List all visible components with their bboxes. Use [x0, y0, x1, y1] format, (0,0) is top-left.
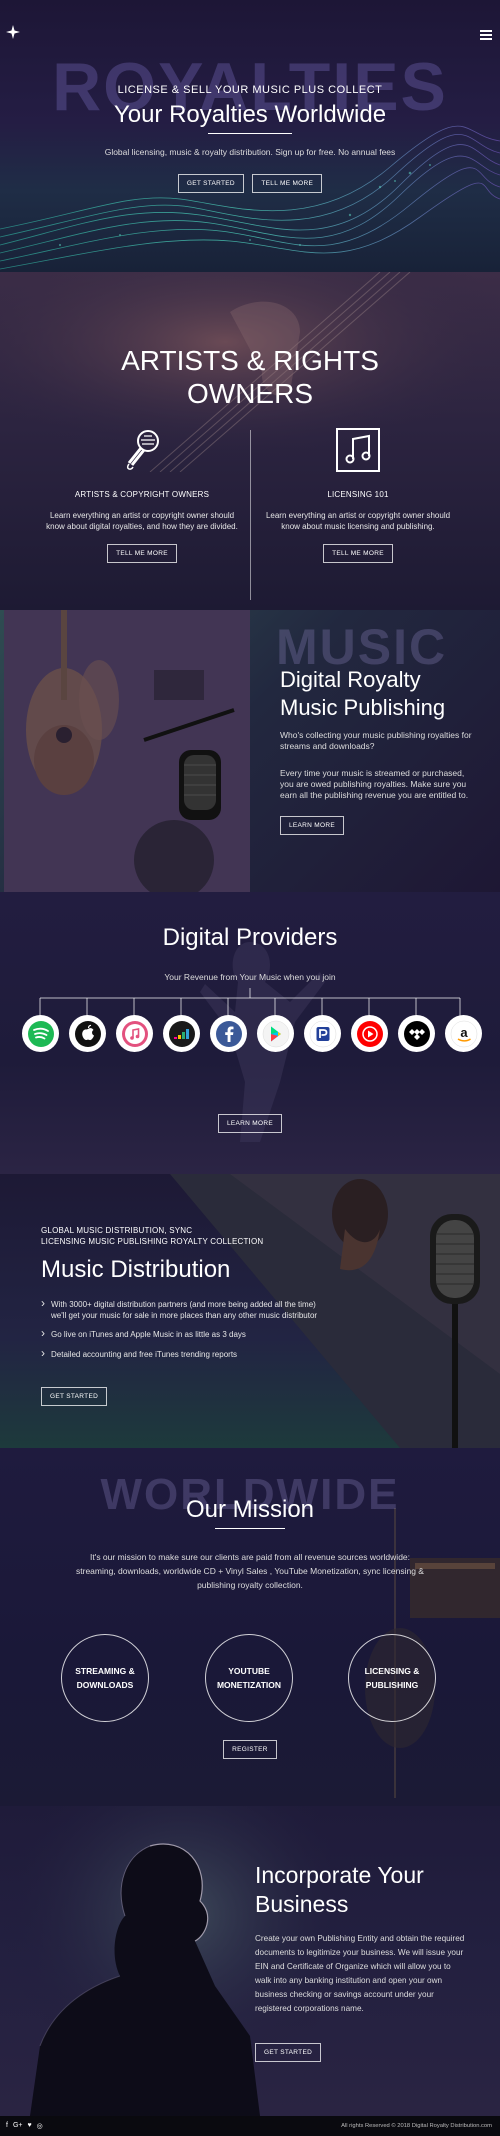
list-item: Go live on iTunes and Apple Music in as … [41, 1328, 321, 1341]
column-divider [250, 430, 251, 600]
artists-column: ARTISTS & COPYRIGHT OWNERS Learn everyth… [42, 427, 242, 563]
get-started-button[interactable]: GET STARTED [177, 174, 244, 193]
providers-button-wrap: LEARN MORE [0, 1112, 500, 1133]
star-logo-icon[interactable] [6, 25, 20, 39]
list-item: Detailed accounting and free iTunes tren… [41, 1348, 321, 1361]
publishing-text: Every time your music is streamed or pur… [280, 768, 469, 800]
licensing-text: Learn everything an artist or copyright … [265, 511, 451, 531]
streaming-downloads-circle: STREAMING & DOWNLOADS [61, 1634, 149, 1722]
itunes-icon[interactable] [116, 1015, 153, 1052]
distribution-kicker: GLOBAL MUSIC DISTRIBUTION, SYNC LICENSIN… [41, 1226, 264, 1246]
mission-section: WORLDWIDE Our Mission It's our mission t… [0, 1448, 500, 1806]
tell-me-more-button[interactable]: TELL ME MORE [323, 544, 393, 563]
artists-title: ARTISTS & RIGHTS OWNERS [121, 345, 379, 409]
tidal-icon[interactable] [398, 1015, 435, 1052]
provider-icons: a [22, 1015, 482, 1052]
artists-text: Learn everything an artist or copyright … [46, 511, 238, 531]
hero-title: Your Royalties Worldwide [113, 101, 387, 128]
get-started-button[interactable]: GET STARTED [41, 1387, 108, 1406]
tell-me-more-button[interactable]: TELL ME MORE [252, 174, 323, 193]
youtube-music-icon[interactable] [351, 1015, 388, 1052]
footer: f G+ ♥ ◎ All rights Reserved © 2018 Digi… [0, 2116, 500, 2136]
publishing-title: Digital Royalty Music Publishing [280, 667, 446, 720]
facebook-icon[interactable]: f [6, 2122, 8, 2130]
licensing-publishing-circle: LICENSING & PUBLISHING [348, 1634, 436, 1722]
svg-text:a: a [460, 1025, 468, 1040]
provider-connector-lines [39, 988, 461, 1016]
hero-buttons: GET STARTED TELL ME MORE [0, 172, 500, 193]
distribution-list: With 3000+ digital distribution partners… [41, 1298, 321, 1369]
mission-divider [215, 1528, 285, 1529]
google-play-icon[interactable] [257, 1015, 294, 1052]
distribution-section: GLOBAL MUSIC DISTRIBUTION, SYNC LICENSIN… [0, 1174, 500, 1448]
microphone-icon [126, 430, 159, 470]
publishing-question: Who's collecting your music publishing r… [280, 730, 472, 751]
hero-divider [208, 133, 292, 134]
incorporate-section: Incorporate Your Business Create your ow… [0, 1806, 500, 2116]
hero-subtitle: Global licensing, music & royalty distri… [104, 147, 396, 157]
artists-heading: ARTISTS & COPYRIGHT OWNERS [74, 490, 210, 499]
register-button[interactable]: REGISTER [223, 1740, 277, 1759]
google-plus-icon[interactable]: G+ [13, 2122, 23, 2130]
incorporate-title: Incorporate Your Business [255, 1862, 424, 1917]
music-note-box-icon [336, 428, 380, 472]
spotify-icon[interactable] [22, 1015, 59, 1052]
get-started-button[interactable]: GET STARTED [255, 2043, 322, 2062]
hamburger-menu-icon[interactable] [480, 30, 492, 42]
mission-text: It's our mission to make sure our client… [76, 1552, 424, 1590]
copyright-text: All rights Reserved © 2018 Digital Royal… [341, 2123, 492, 2129]
licensing-column: LICENSING 101 Learn everything an artist… [258, 427, 458, 563]
publishing-section: MUSIC Digital Royalty Music Publishing W… [0, 610, 500, 892]
artists-section: ARTISTS & RIGHTS OWNERS ARTISTS & COPYRI… [0, 272, 500, 610]
social-links: f G+ ♥ ◎ [6, 2122, 43, 2130]
instagram-icon[interactable]: ◎ [37, 2122, 43, 2130]
learn-more-button[interactable]: LEARN MORE [218, 1114, 282, 1133]
incorporate-text: Create your own Publishing Entity and ob… [255, 1934, 465, 2013]
twitter-icon[interactable]: ♥ [28, 2122, 32, 2130]
providers-subtitle: Your Revenue from Your Music when you jo… [164, 972, 336, 982]
list-item: With 3000+ digital distribution partners… [41, 1298, 321, 1321]
distribution-title: Music Distribution [41, 1256, 231, 1283]
deezer-icon[interactable] [163, 1015, 200, 1052]
pandora-icon[interactable] [304, 1015, 341, 1052]
hero-section: ROYALTIES LICENSE & SELL YOUR MUSIC PLUS… [0, 0, 500, 272]
apple-icon[interactable] [69, 1015, 106, 1052]
providers-section: Digital Providers Your Revenue from Your… [0, 892, 500, 1174]
youtube-monetization-circle: YOUTUBE MONETIZATION [205, 1634, 293, 1722]
mission-title: Our Mission [185, 1496, 315, 1523]
learn-more-button[interactable]: LEARN MORE [280, 816, 344, 835]
facebook-icon[interactable] [210, 1015, 247, 1052]
licensing-heading: LICENSING 101 [327, 490, 389, 499]
providers-title: Digital Providers [162, 924, 338, 951]
amazon-icon[interactable]: a [445, 1015, 482, 1052]
tell-me-more-button[interactable]: TELL ME MORE [107, 544, 177, 563]
hero-kicker: LICENSE & SELL YOUR MUSIC PLUS COLLECT [117, 84, 383, 96]
studio-guitars-photo [4, 610, 250, 892]
mission-button-wrap: REGISTER [0, 1738, 500, 1759]
